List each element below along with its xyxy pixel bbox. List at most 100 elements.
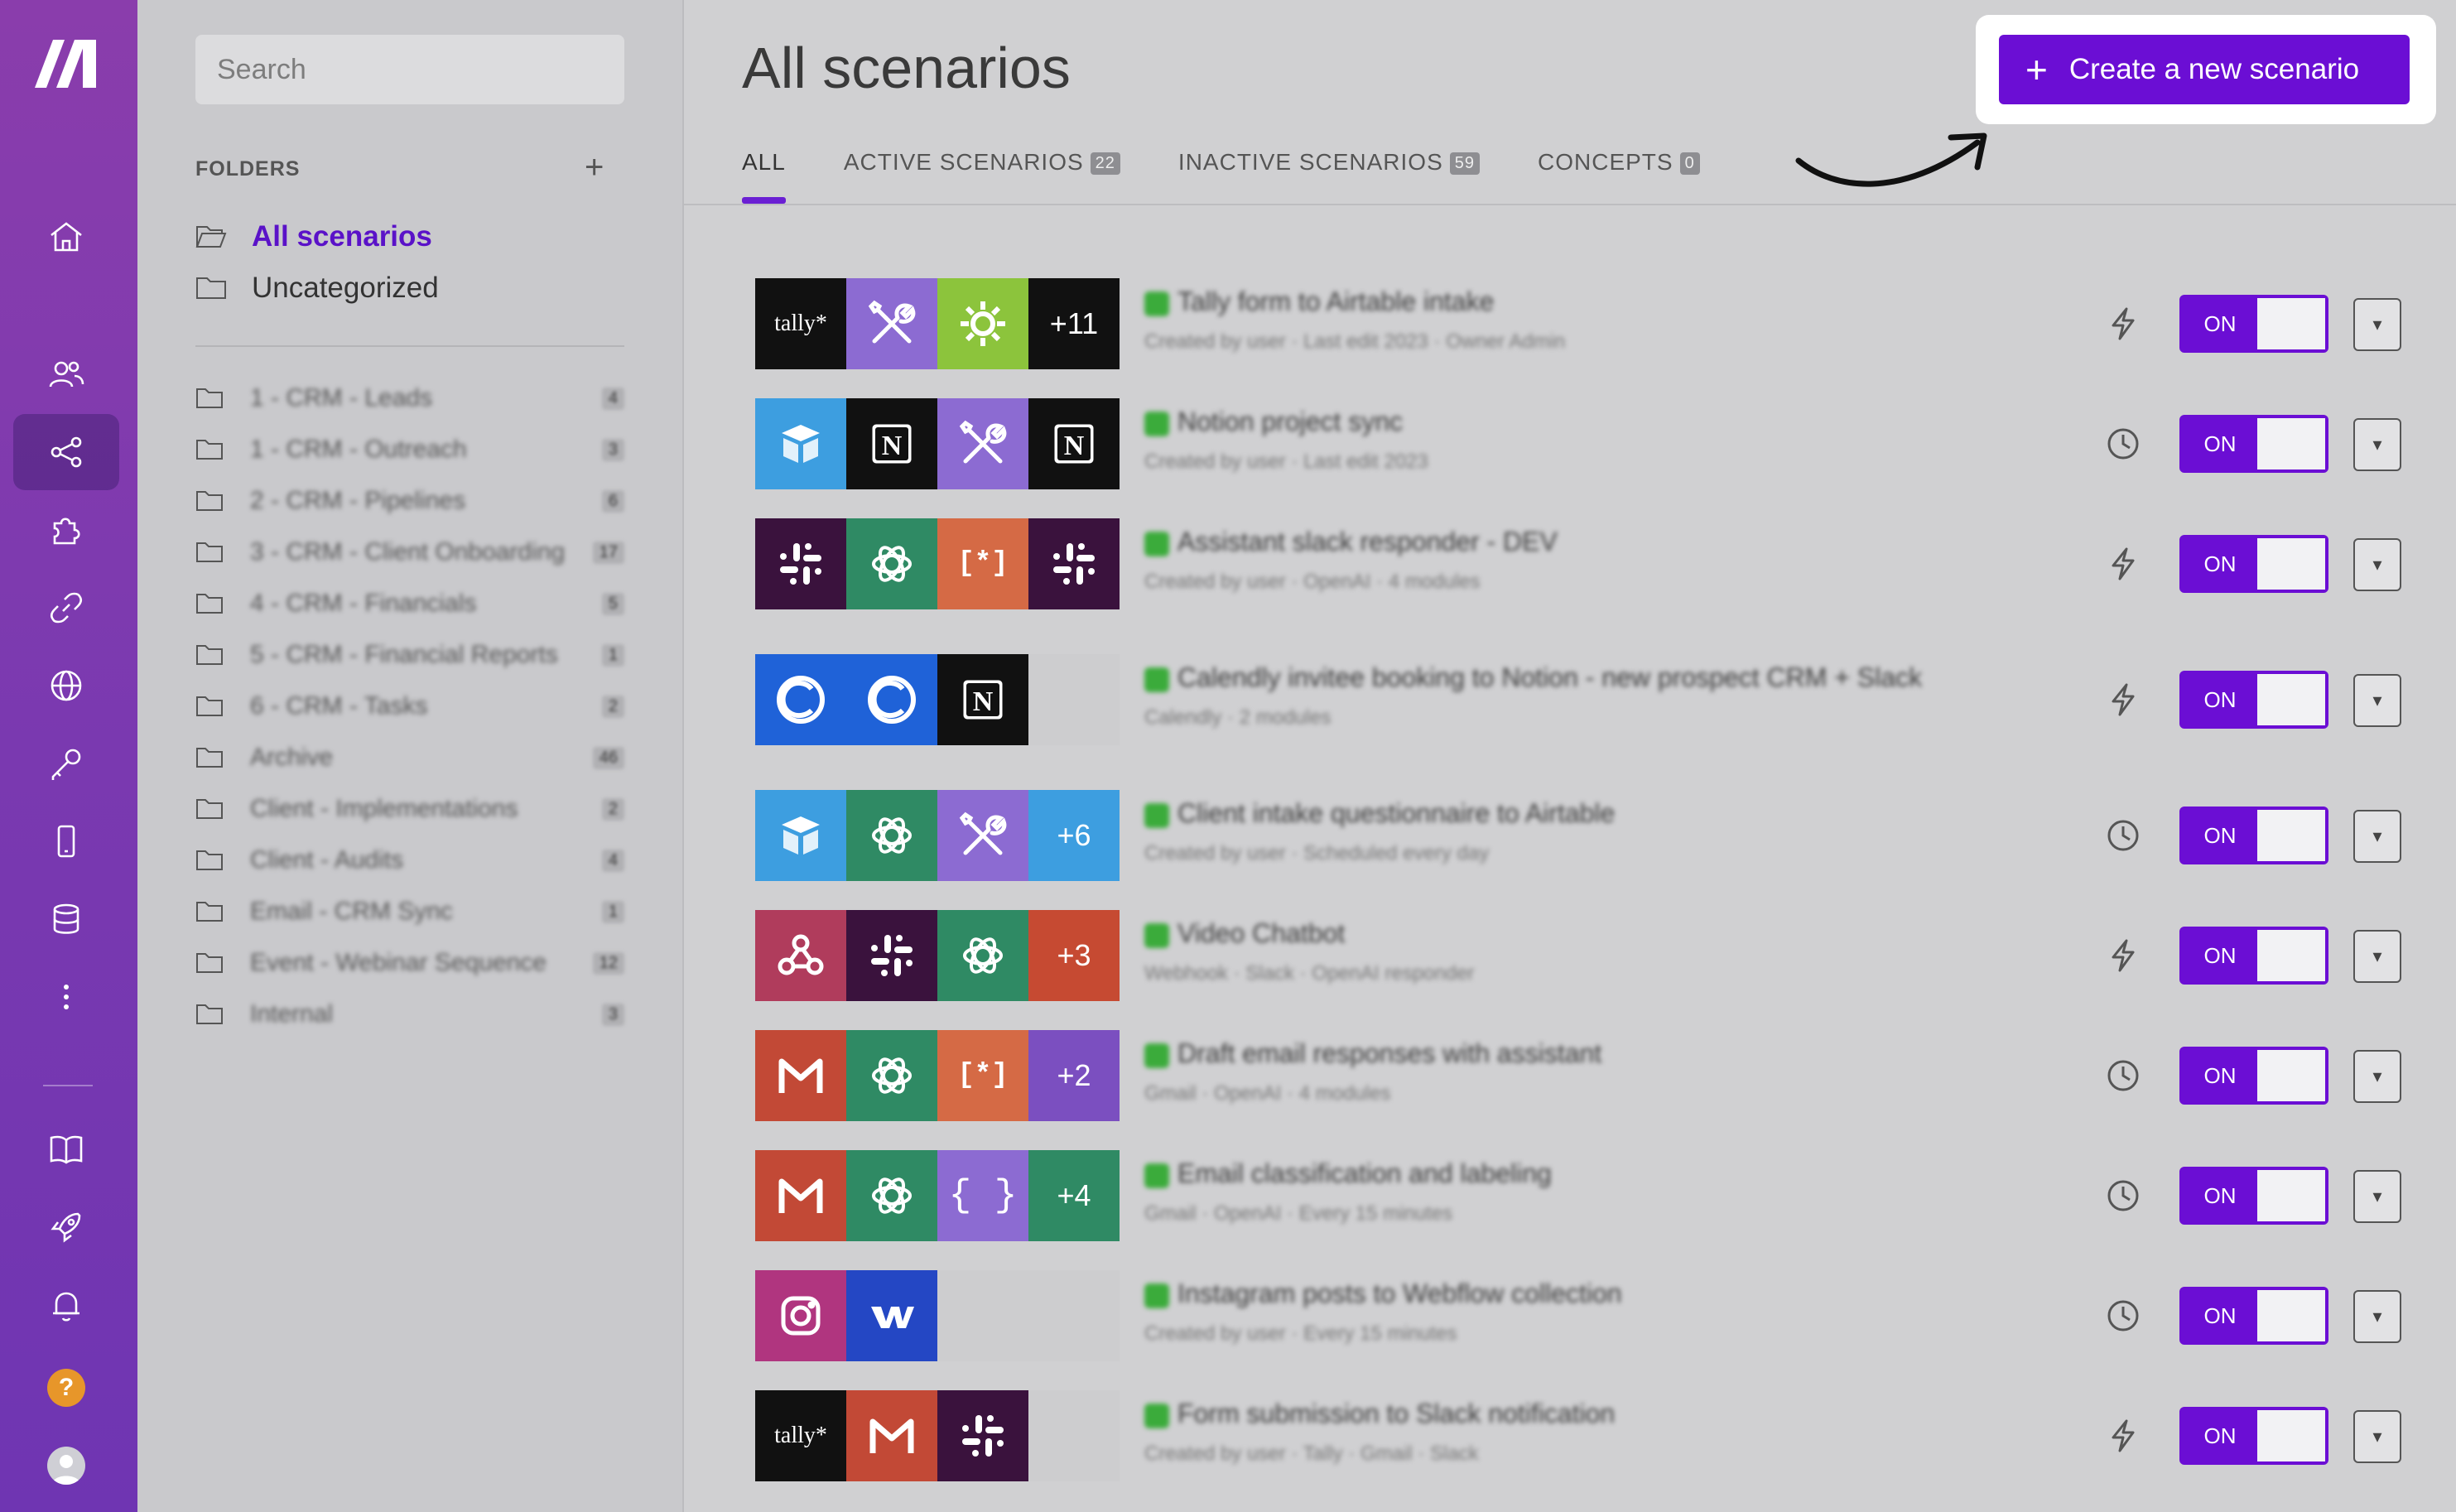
tab-all[interactable]: ALL (742, 149, 786, 204)
toggle-knob (2257, 1410, 2325, 1461)
scenario-subtitle: Created by user · Scheduled every day (1144, 842, 1490, 864)
scenario-toggle[interactable]: ON (2179, 671, 2328, 729)
add-folder-button[interactable]: + (585, 149, 604, 186)
search-input[interactable] (195, 35, 624, 104)
devices-phone-icon[interactable] (13, 803, 119, 879)
scenario-text[interactable]: Client intake questionnaire to Airtable C… (1144, 798, 2055, 865)
scenario-toggle[interactable]: ON (2179, 1407, 2328, 1465)
scenario-options-button[interactable]: ▾ (2353, 418, 2401, 471)
scenario-toggle[interactable]: ON (2179, 807, 2328, 864)
scenario-text[interactable]: Email classification and labeling Gmail ·… (1144, 1158, 2055, 1225)
scenario-options-button[interactable]: ▾ (2353, 1410, 2401, 1463)
instant-trigger-icon (2112, 683, 2135, 716)
scenario-row[interactable]: +6 Client intake questionnaire to Airtabl… (755, 790, 2403, 881)
scenario-subtitle: Gmail · OpenAI · 4 modules (1144, 1082, 1391, 1105)
scenarios-share-icon[interactable] (13, 414, 119, 490)
scenario-row[interactable]: Instagram posts to Webflow collection Cre… (755, 1270, 2403, 1361)
scenario-options-button[interactable]: ▾ (2353, 1170, 2401, 1223)
folder-item[interactable]: 1 - CRM - Leads 4 (195, 373, 624, 424)
folder-count-badge: 2 (601, 695, 624, 718)
connections-link-icon[interactable] (13, 570, 119, 646)
scenario-row[interactable]: N Calendly invitee booking to Notion - ne… (755, 654, 2403, 745)
notion-icon: N (846, 398, 937, 489)
folder-item[interactable]: Event - Webinar Sequence 12 (195, 937, 624, 989)
scenario-toggle[interactable]: ON (2179, 1047, 2328, 1105)
scenario-toggle[interactable]: ON (2179, 415, 2328, 473)
home-icon[interactable] (13, 199, 119, 275)
json-icon: [*] (937, 1030, 1028, 1121)
scenario-toggle[interactable]: ON (2179, 1167, 2328, 1225)
scenario-row[interactable]: +3 Video Chatbot Webhook · Slack · OpenAI … (755, 910, 2403, 1001)
folder-item[interactable]: Email - CRM Sync 1 (195, 886, 624, 937)
launch-rocket-icon[interactable] (13, 1189, 119, 1265)
scenario-text[interactable]: Calendly invitee booking to Notion - new… (1144, 662, 2055, 730)
more-dots-icon[interactable] (13, 959, 119, 1035)
scenario-row[interactable]: [*] +2 Draft email responses with assistan… (755, 1030, 2403, 1121)
tab-concepts[interactable]: CONCEPTS 0 (1538, 149, 1700, 204)
tools-icon (937, 398, 1028, 489)
scenario-text[interactable]: Notion project sync Created by user · Las… (1144, 407, 2055, 474)
scenario-row[interactable]: tally* Form submission to Slack notificat… (755, 1390, 2403, 1481)
scenario-text[interactable]: Assistant slack responder - DEV Created b… (1144, 527, 2055, 594)
folder-item[interactable]: 2 - CRM - Pipelines 6 (195, 475, 624, 527)
create-scenario-button[interactable]: + Create a new scenario (1999, 35, 2410, 104)
make-logo-icon[interactable] (31, 33, 106, 91)
scenario-text[interactable]: Instagram posts to Webflow collection Cre… (1144, 1278, 2055, 1346)
scenario-options-button[interactable]: ▾ (2353, 1290, 2401, 1343)
datastores-database-icon[interactable] (13, 881, 119, 957)
scenario-row[interactable]: [*] Assistant slack responder - DEV Create… (755, 518, 2403, 609)
webhooks-globe-icon[interactable] (13, 648, 119, 724)
notifications-bell-icon[interactable] (13, 1267, 119, 1343)
folder-item[interactable]: 6 - CRM - Tasks 2 (195, 681, 624, 732)
scenario-text[interactable]: Form submission to Slack notification Cre… (1144, 1399, 2055, 1466)
scenario-text[interactable]: Draft email responses with assistant Gmai… (1144, 1038, 2055, 1105)
avatar[interactable] (13, 1428, 119, 1504)
tab-active-scenarios[interactable]: ACTIVE SCENARIOS 22 (844, 149, 1120, 204)
apps-puzzle-icon[interactable] (13, 492, 119, 568)
scenario-options-button[interactable]: ▾ (2353, 538, 2401, 591)
folder-item[interactable]: 1 - CRM - Outreach 3 (195, 424, 624, 475)
folder-item[interactable]: 5 - CRM - Financial Reports 1 (195, 629, 624, 681)
scenario-toggle[interactable]: ON (2179, 535, 2328, 593)
folder-item[interactable]: Internal 3 (195, 989, 624, 1040)
scenario-app-icons: { } +4 (755, 1150, 1120, 1241)
folder-item[interactable]: 4 - CRM - Financials 5 (195, 578, 624, 629)
schedule-clock-icon (2107, 1060, 2139, 1091)
folder-name: Email - CRM Sync (250, 898, 454, 925)
folder-item[interactable]: 3 - CRM - Client Onboarding 17 (195, 527, 624, 578)
scenario-toggle[interactable]: ON (2179, 1287, 2328, 1345)
folder-all-scenarios[interactable]: All scenarios (195, 220, 432, 253)
scenario-options-button[interactable]: ▾ (2353, 1050, 2401, 1103)
scenario-text[interactable]: Tally form to Airtable intake Created by … (1144, 287, 2055, 354)
folder-uncategorized[interactable]: Uncategorized (195, 272, 439, 305)
scenario-text[interactable]: Video Chatbot Webhook · Slack · OpenAI re… (1144, 918, 2055, 985)
scenario-toggle[interactable]: ON (2179, 295, 2328, 353)
tab-inactive-scenarios[interactable]: INACTIVE SCENARIOS 59 (1178, 149, 1481, 204)
tools-icon (846, 278, 937, 369)
more-apps-count: +6 (1057, 818, 1091, 852)
folder-name: 2 - CRM - Pipelines (250, 487, 466, 514)
toggle-knob (2257, 538, 2325, 590)
webhook-icon (755, 910, 846, 1001)
scenario-row[interactable]: { } +4 Email classification and labeling Gm… (755, 1150, 2403, 1241)
docs-book-icon[interactable] (13, 1111, 119, 1187)
folder-item[interactable]: Client - Implementations 2 (195, 783, 624, 835)
scenario-toggle[interactable]: ON (2179, 927, 2328, 985)
help-icon[interactable]: ? (13, 1350, 119, 1426)
folder-item[interactable]: Client - Audits 4 (195, 835, 624, 886)
status-badge (1144, 411, 1169, 436)
scenario-options-button[interactable]: ▾ (2353, 298, 2401, 351)
team-icon[interactable] (13, 336, 119, 412)
chevron-down-icon: ▾ (2372, 1426, 2382, 1447)
scenario-options-button[interactable]: ▾ (2353, 930, 2401, 983)
folder-item[interactable]: Archive 46 (195, 732, 624, 783)
empty-icon (937, 1270, 1028, 1361)
instant-trigger-icon (2112, 307, 2135, 340)
notion-icon: N (937, 654, 1028, 745)
scenario-options-button[interactable]: ▾ (2353, 674, 2401, 727)
scenario-row[interactable]: N N Notion project sync Created by user · L… (755, 398, 2403, 489)
toggle-knob (2257, 1170, 2325, 1221)
keys-icon[interactable] (13, 725, 119, 802)
scenario-row[interactable]: tally* +11 Tally form to Airtable intake Cr… (755, 278, 2403, 369)
scenario-options-button[interactable]: ▾ (2353, 810, 2401, 863)
